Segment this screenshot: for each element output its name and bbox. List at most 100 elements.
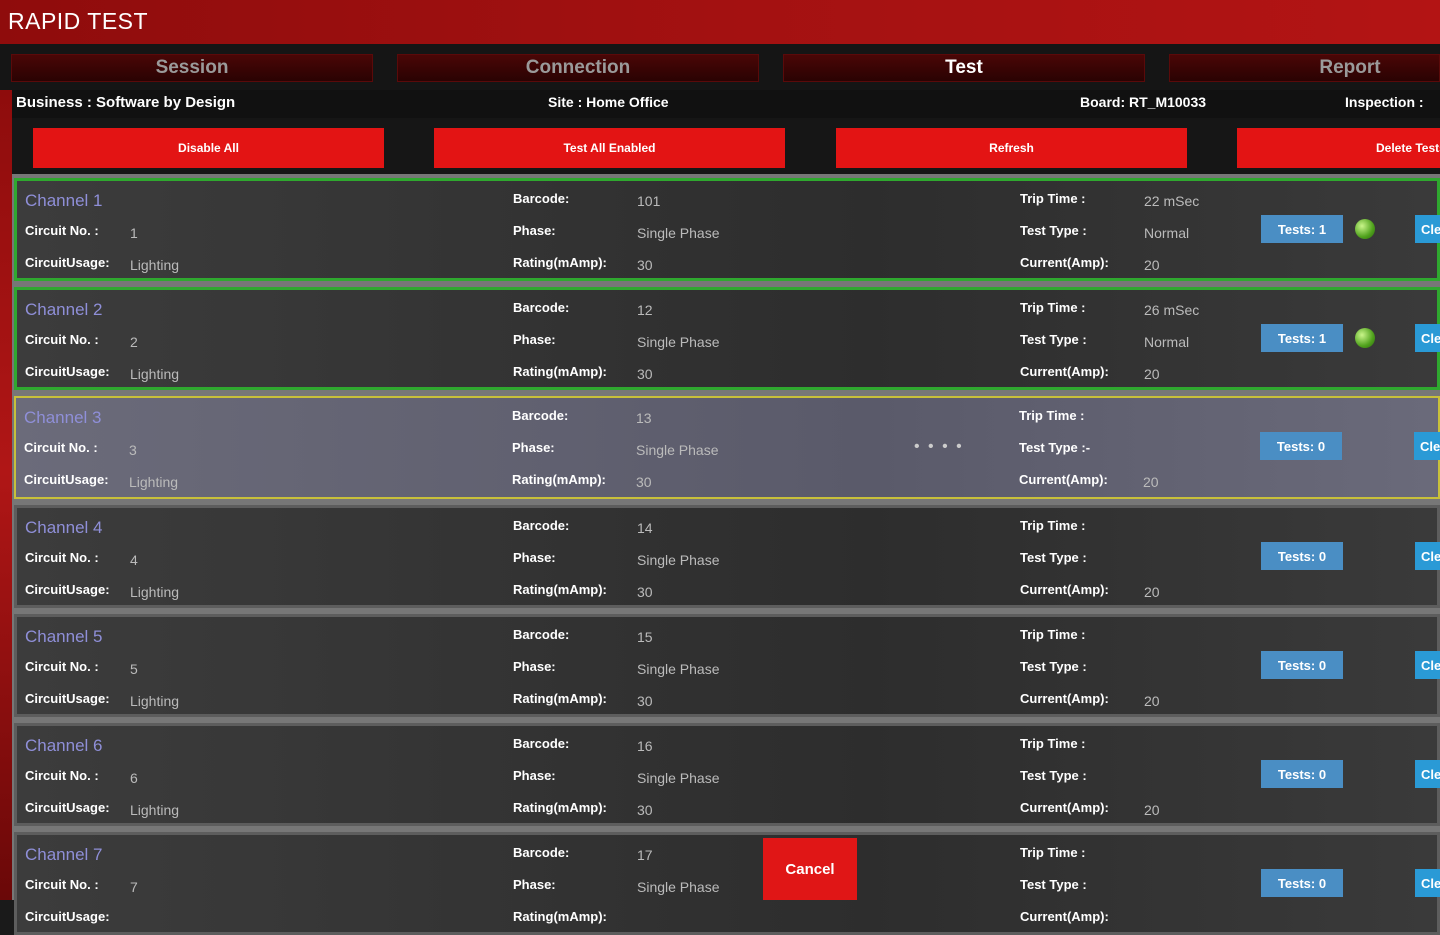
tab-report[interactable]: Report [1169,54,1440,82]
phase-value: Single Phase [637,334,720,350]
phase-value: Single Phase [637,879,720,895]
tests-count-button[interactable]: Tests: 0 [1261,869,1343,897]
trip-time-label: Trip Time : [1020,191,1086,206]
barcode-value: 16 [637,738,653,754]
current-label: Current(Amp): [1020,909,1109,924]
test-type-label: Test Type :- [1019,440,1091,455]
side-strip [0,44,12,900]
title-bar: RAPID TEST [0,0,1440,44]
clear-button[interactable]: Clear [1415,215,1440,243]
phase-label: Phase: [512,440,555,455]
delete-tests-button[interactable]: Delete Tests [1237,128,1440,168]
rating-value: 30 [637,366,653,382]
circuit-usage-label: CircuitUsage: [25,909,110,924]
tab-session[interactable]: Session [11,54,373,82]
channel-row[interactable]: Channel 1 Circuit No. : 1 CircuitUsage: Ligh… [14,178,1440,281]
circuit-usage-value: Lighting [130,584,180,600]
current-label: Current(Amp): [1020,800,1109,815]
channel-name: Channel 7 [25,845,103,864]
disable-all-button[interactable]: Disable All [33,128,384,168]
current-value: 20 [1143,474,1159,490]
current-label: Current(Amp): [1020,582,1109,597]
current-label: Current(Amp): [1019,472,1108,487]
phase-label: Phase: [513,223,556,238]
barcode-label: Barcode: [512,408,569,423]
channel-row[interactable]: Channel 2 Circuit No. : 2 CircuitUsage: Ligh… [14,287,1440,390]
circuit-no-value: 1 [130,225,138,241]
refresh-button[interactable]: Refresh [836,128,1187,168]
tests-count-button[interactable]: Tests: 1 [1261,324,1343,352]
channel-row[interactable]: Channel 4 Circuit No. : 4 CircuitUsage: Ligh… [14,505,1440,608]
phase-label: Phase: [513,332,556,347]
test-type-value: Normal [1144,334,1190,350]
clear-button[interactable]: Clear [1415,542,1440,570]
trip-time-label: Trip Time : [1020,300,1086,315]
channel-name: Channel 2 [25,300,103,319]
tests-count-button[interactable]: Tests: 0 [1261,651,1343,679]
clear-button[interactable]: Clear [1415,651,1440,679]
clear-button[interactable]: Clear [1415,760,1440,788]
tab-test[interactable]: Test [783,54,1145,82]
current-label: Current(Amp): [1020,364,1109,379]
channel-name: Channel 1 [25,191,103,210]
circuit-no-label: Circuit No. : [25,659,99,674]
phase-value: Single Phase [636,442,719,458]
tests-count-button[interactable]: Tests: 0 [1260,432,1342,460]
channel-name: Channel 6 [25,736,103,755]
trip-time-value: 22 mSec [1144,193,1200,209]
test-type-value: Normal [1144,225,1190,241]
channel-row[interactable]: Channel 3 Circuit No. : 3 CircuitUsage: Ligh… [14,396,1440,499]
channel-row[interactable]: Channel 5 Circuit No. : 5 CircuitUsage: Ligh… [14,614,1440,717]
clear-button[interactable]: Clear [1415,869,1440,897]
barcode-label: Barcode: [513,627,570,642]
tests-count-button[interactable]: Tests: 0 [1261,542,1343,570]
phase-label: Phase: [513,877,556,892]
tests-count-button[interactable]: Tests: 1 [1261,215,1343,243]
tab-connection[interactable]: Connection [397,54,759,82]
circuit-no-value: 4 [130,552,138,568]
circuit-no-label: Circuit No. : [24,440,98,455]
test-all-enabled-button[interactable]: Test All Enabled [434,128,785,168]
circuit-usage-value: Lighting [129,474,179,490]
clear-button[interactable]: Clear [1415,324,1440,352]
circuit-no-label: Circuit No. : [25,223,99,238]
circuit-usage-label: CircuitUsage: [25,364,110,379]
circuit-no-value: 7 [130,879,138,895]
rating-value: 30 [637,802,653,818]
action-bar: Disable All Test All Enabled Refresh Del… [12,118,1440,174]
channel-list[interactable]: Channel 1 Circuit No. : 1 CircuitUsage: Ligh… [12,174,1440,935]
barcode-value: 17 [637,847,653,863]
circuit-no-label: Circuit No. : [25,877,99,892]
current-value: 20 [1144,802,1160,818]
channel-row[interactable]: Channel 6 Circuit No. : 6 CircuitUsage: Ligh… [14,723,1440,826]
app-title: RAPID TEST [8,8,149,34]
clear-button[interactable]: Clear [1414,432,1440,460]
current-label: Current(Amp): [1020,691,1109,706]
inspection-label: Inspection : [1345,94,1424,110]
circuit-usage-label: CircuitUsage: [25,582,110,597]
tab-bar: Session Connection Test Report [0,44,1440,90]
trip-time-label: Trip Time : [1020,518,1086,533]
test-type-label: Test Type : [1020,877,1087,892]
trip-time-label: Trip Time : [1020,736,1086,751]
circuit-no-label: Circuit No. : [25,550,99,565]
rating-value: 30 [636,474,652,490]
barcode-label: Barcode: [513,845,570,860]
channel-row[interactable]: Channel 7 Circuit No. : 7 CircuitUsage: Barc… [14,832,1440,935]
trip-time-label: Trip Time : [1020,627,1086,642]
trip-time-label: Trip Time : [1019,408,1085,423]
rating-value: 30 [637,584,653,600]
tests-count-button[interactable]: Tests: 0 [1261,760,1343,788]
cancel-button[interactable]: Cancel [763,838,857,900]
channel-name: Channel 3 [24,408,102,427]
trip-time-value: 26 mSec [1144,302,1200,318]
phase-label: Phase: [513,550,556,565]
circuit-no-value: 6 [130,770,138,786]
circuit-usage-value: Lighting [130,693,180,709]
pass-status-icon [1355,219,1375,239]
rating-label: Rating(mAmp): [513,909,607,924]
info-bar: Business : Software by Design Site : Hom… [12,90,1440,118]
circuit-no-label: Circuit No. : [25,768,99,783]
circuit-usage-value: Lighting [130,802,180,818]
test-type-label: Test Type : [1020,223,1087,238]
